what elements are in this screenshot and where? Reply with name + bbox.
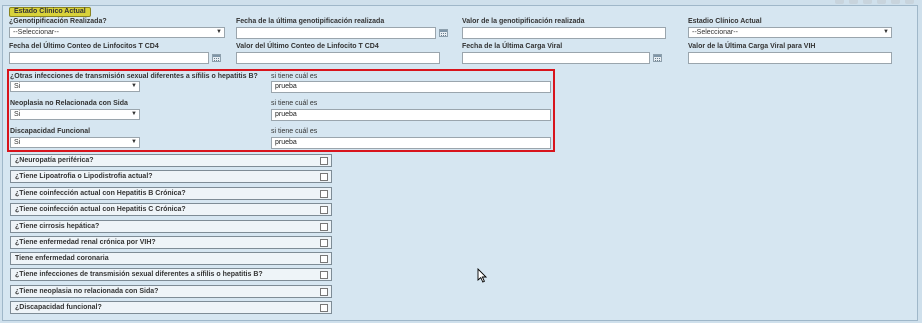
- checklist-label: ¿Tiene coinfección actual con Hepatitis …: [15, 190, 186, 197]
- fecha-genotipificacion-input[interactable]: [236, 27, 436, 39]
- toolbar-tab-icon[interactable]: [877, 0, 886, 4]
- toolbar-tab-icon[interactable]: [849, 0, 858, 4]
- chevron-down-icon: ▼: [216, 29, 222, 35]
- checklist-label: Tiene enfermedad coronaria: [15, 255, 109, 262]
- discapacidad-question: Discapacidad Funcional: [10, 128, 91, 135]
- checkbox-icon[interactable]: [320, 271, 328, 279]
- neoplasia-detail-label: si tiene cuál es: [271, 100, 318, 107]
- genotipificacion-select[interactable]: --Seleccionar-- ▼: [9, 27, 225, 38]
- checklist-item-its[interactable]: ¿Tiene infecciones de transmisión sexual…: [10, 268, 332, 281]
- calendar-icon[interactable]: [212, 54, 221, 62]
- checklist-label: ¿Tiene infecciones de transmisión sexual…: [15, 271, 263, 278]
- checklist-item-hepatitis-c[interactable]: ¿Tiene coinfección actual con Hepatitis …: [10, 203, 332, 216]
- checkbox-icon[interactable]: [320, 304, 328, 312]
- checklist-label: ¿Tiene Lipoatrofia o Lipodistrofia actua…: [15, 173, 153, 180]
- discapacidad-select[interactable]: Si ▼: [10, 137, 140, 148]
- discapacidad-detail-label: si tiene cuál es: [271, 128, 318, 135]
- checkbox-icon[interactable]: [320, 206, 328, 214]
- checklist-item-coronaria[interactable]: Tiene enfermedad coronaria: [10, 252, 332, 265]
- checkbox-icon[interactable]: [320, 190, 328, 198]
- neoplasia-question: Neoplasia no Relacionada con Sida: [10, 100, 128, 107]
- checklist-item-renal[interactable]: ¿Tiene enfermedad renal crónica por VIH?: [10, 236, 332, 249]
- valor-carga-viral-label: Valor de la Última Carga Viral para VIH: [688, 43, 816, 50]
- neoplasia-select[interactable]: Si ▼: [10, 109, 140, 120]
- fecha-genotipificacion-label: Fecha de la última genotipificación real…: [236, 18, 385, 25]
- checkbox-icon[interactable]: [320, 157, 328, 165]
- fecha-carga-viral-input[interactable]: [462, 52, 650, 64]
- neoplasia-detail-input[interactable]: prueba: [271, 109, 551, 121]
- estadio-clinico-select[interactable]: --Seleccionar-- ▼: [688, 27, 892, 38]
- valor-cd4-label: Valor del Último Conteo de Linfocito T C…: [236, 43, 379, 50]
- estadio-clinico-select-value: --Seleccionar--: [692, 29, 738, 36]
- checklist-label: ¿Tiene cirrosis hepática?: [15, 223, 100, 230]
- otras-its-detail-label: si tiene cuál es: [271, 73, 318, 80]
- checkbox-icon[interactable]: [320, 173, 328, 181]
- genotipificacion-label: ¿Genotipificación Realizada?: [9, 18, 107, 25]
- discapacidad-detail-input[interactable]: prueba: [271, 137, 551, 149]
- valor-cd4-input[interactable]: [236, 52, 440, 64]
- otras-its-select-value: Si: [14, 83, 21, 90]
- checklist-label: ¿Tiene enfermedad renal crónica por VIH?: [15, 239, 156, 246]
- valor-genotipificacion-label: Valor de la genotipificación realizada: [462, 18, 585, 25]
- checklist-item-cirrosis[interactable]: ¿Tiene cirrosis hepática?: [10, 220, 332, 233]
- fecha-cd4-label: Fecha del Último Conteo de Linfocitos T …: [9, 43, 159, 50]
- chevron-down-icon: ▼: [883, 29, 889, 35]
- otras-its-detail-input[interactable]: prueba: [271, 81, 551, 93]
- checkbox-icon[interactable]: [320, 239, 328, 247]
- checklist-label: ¿Tiene neoplasia no relacionada con Sida…: [15, 288, 159, 295]
- checklist-label: ¿Tiene coinfección actual con Hepatitis …: [15, 206, 186, 213]
- checkbox-icon[interactable]: [320, 255, 328, 263]
- chevron-down-icon: ▼: [131, 139, 137, 145]
- fecha-carga-viral-label: Fecha de la Última Carga Viral: [462, 43, 563, 50]
- otras-its-select[interactable]: Si ▼: [10, 81, 140, 92]
- checklist-item-discapacidad[interactable]: ¿Discapacidad funcional?: [10, 301, 332, 314]
- estado-clinico-panel: Estado Clínico Actual ¿Genotipificación …: [2, 5, 918, 321]
- checklist-label: ¿Neuropatía periférica?: [15, 157, 94, 164]
- genotipificacion-select-value: --Seleccionar--: [13, 29, 59, 36]
- checklist-item-neoplasia[interactable]: ¿Tiene neoplasia no relacionada con Sida…: [10, 285, 332, 298]
- chevron-down-icon: ▼: [131, 111, 137, 117]
- calendar-icon[interactable]: [653, 54, 662, 62]
- otras-its-question: ¿Otras infecciones de transmisión sexual…: [10, 73, 258, 80]
- checklist-item-hepatitis-b[interactable]: ¿Tiene coinfección actual con Hepatitis …: [10, 187, 332, 200]
- chevron-down-icon: ▼: [131, 83, 137, 89]
- toolbar-tab-icon[interactable]: [863, 0, 872, 4]
- fecha-cd4-input[interactable]: [9, 52, 209, 64]
- top-toolbar-icons: [835, 0, 914, 4]
- checklist-item-neuropatia[interactable]: ¿Neuropatía periférica?: [10, 154, 332, 167]
- checkbox-icon[interactable]: [320, 288, 328, 296]
- toolbar-tab-icon[interactable]: [905, 0, 914, 4]
- toolbar-tab-icon[interactable]: [891, 0, 900, 4]
- estadio-clinico-label: Estadio Clínico Actual: [688, 18, 762, 25]
- toolbar-tab-icon[interactable]: [835, 0, 844, 4]
- checklist-label: ¿Discapacidad funcional?: [15, 304, 102, 311]
- checkbox-icon[interactable]: [320, 223, 328, 231]
- mouse-cursor-icon: [477, 268, 487, 283]
- calendar-icon[interactable]: [439, 29, 448, 37]
- valor-genotipificacion-input[interactable]: [462, 27, 666, 39]
- checklist-item-lipoatrofia[interactable]: ¿Tiene Lipoatrofia o Lipodistrofia actua…: [10, 170, 332, 183]
- neoplasia-select-value: Si: [14, 111, 21, 118]
- discapacidad-select-value: Si: [14, 139, 21, 146]
- section-legend: Estado Clínico Actual: [9, 7, 91, 17]
- valor-carga-viral-input[interactable]: [688, 52, 892, 64]
